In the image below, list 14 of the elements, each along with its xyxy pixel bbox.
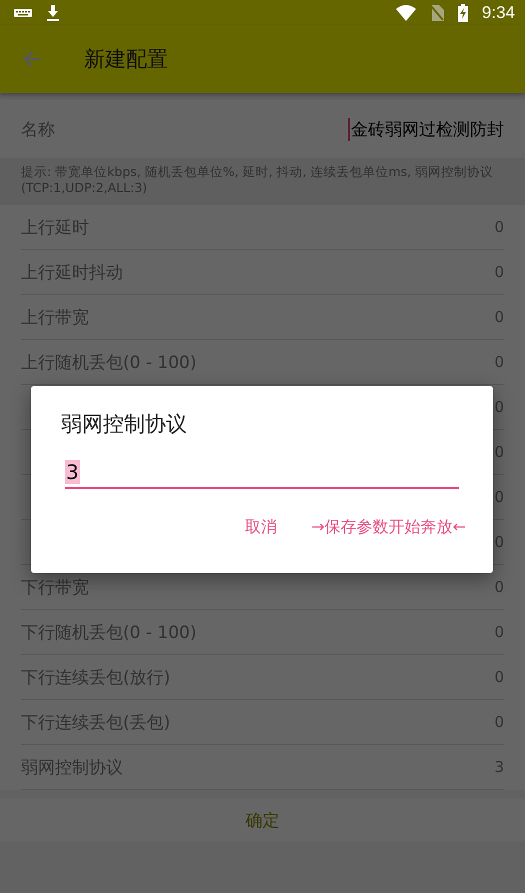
confirm-button[interactable]: 确定 bbox=[0, 798, 525, 842]
dialog-button[interactable]: 取消 bbox=[245, 513, 278, 542]
keyboard-icon bbox=[14, 8, 32, 18]
dialog-title: 弱网控制协议 bbox=[61, 411, 188, 438]
wifi-icon bbox=[396, 4, 416, 20]
dialog-button[interactable]: →保存参数开始奔放← bbox=[311, 513, 466, 542]
clock: 9:34 bbox=[482, 2, 515, 22]
screen-title: 新建配置 bbox=[84, 46, 168, 73]
battery-charging-icon bbox=[458, 4, 468, 22]
input-field[interactable]: 3 bbox=[65, 457, 459, 489]
no-sim-icon bbox=[430, 4, 444, 20]
back-arrow-icon[interactable] bbox=[22, 49, 42, 69]
name-field[interactable]: 金砖弱网过检测防封 bbox=[348, 118, 504, 140]
download-icon bbox=[46, 4, 60, 20]
